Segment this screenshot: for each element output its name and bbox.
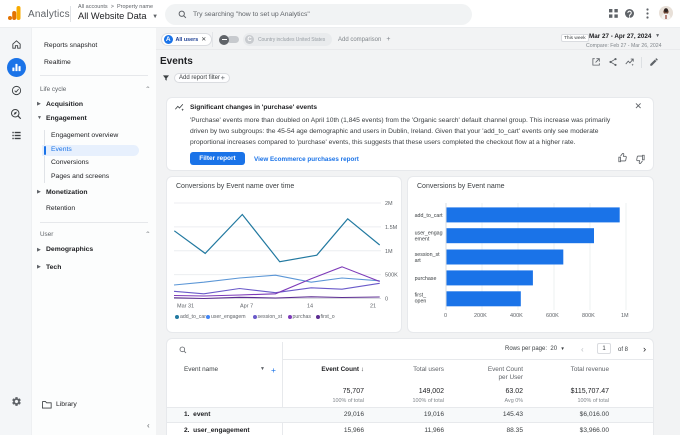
svg-text:Mar 31: Mar 31 [177,304,194,310]
svg-text:purchase: purchase [415,276,437,282]
svg-text:21: 21 [370,304,376,310]
svg-text:1M: 1M [621,313,629,319]
svg-text:0: 0 [444,313,447,319]
svg-text:1.5M: 1.5M [385,225,398,231]
svg-text:Apr 7: Apr 7 [240,304,253,310]
svg-text:500K: 500K [385,273,398,279]
svg-text:2M: 2M [385,201,393,207]
svg-text:14: 14 [307,304,313,310]
svg-text:200K: 200K [474,313,487,319]
svg-text:art: art [415,258,422,264]
svg-text:ement: ement [415,237,430,243]
svg-text:400K: 400K [510,313,523,319]
svg-text:600K: 600K [546,313,559,319]
svg-text:add_to_cart: add_to_cart [415,213,444,219]
svg-text:800K: 800K [582,313,595,319]
svg-text:1M: 1M [385,249,393,255]
svg-text:open: open [415,299,427,305]
svg-text:0: 0 [385,297,388,303]
